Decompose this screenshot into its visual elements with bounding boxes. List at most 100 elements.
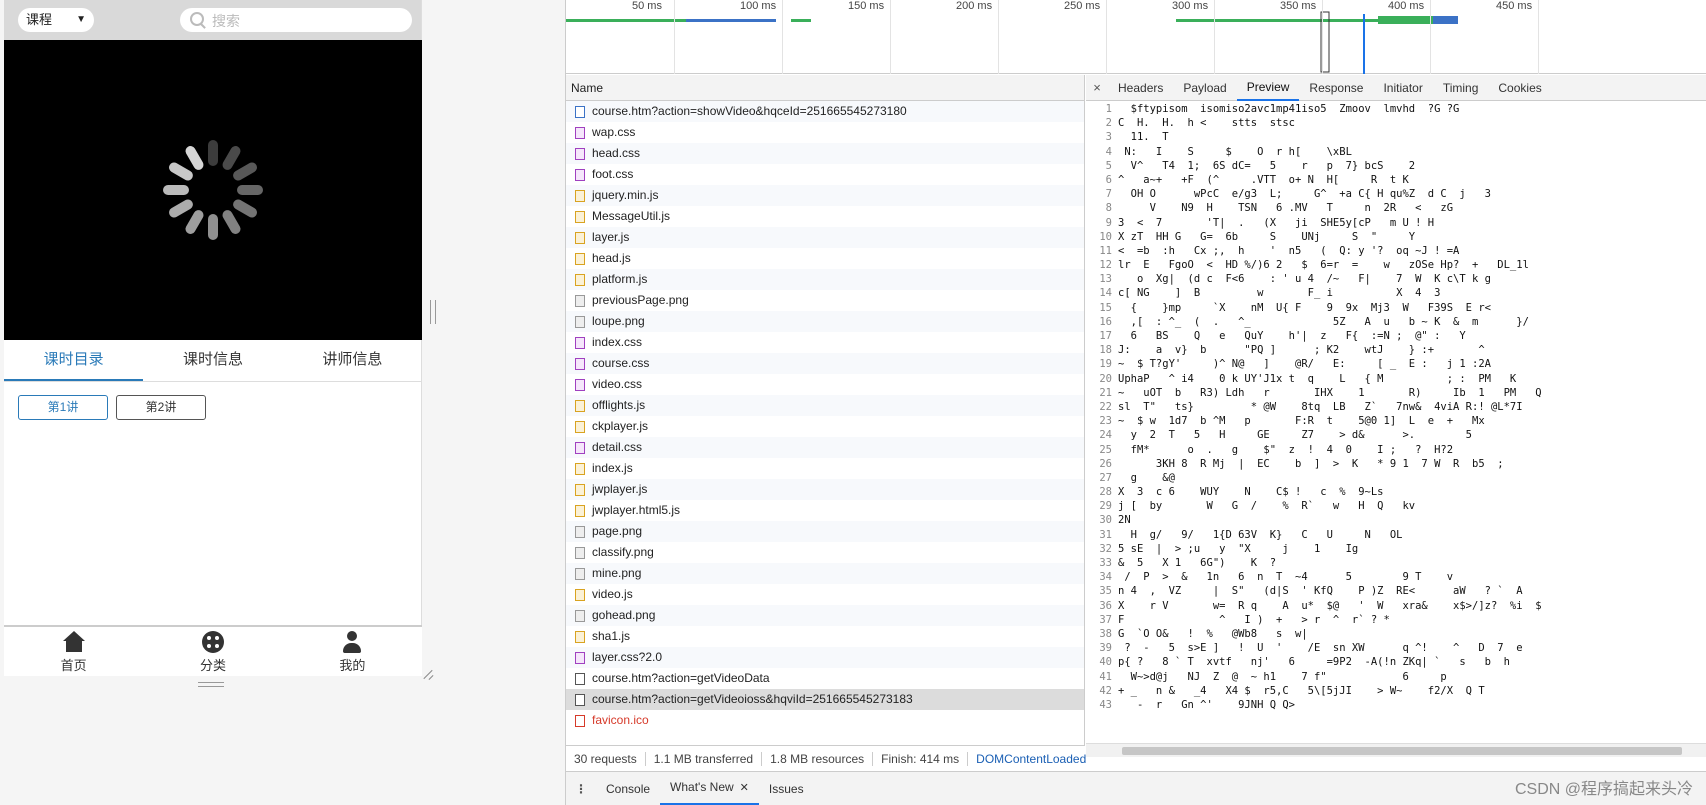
preview-line-text: X r V w= R q A u* $@ ' W xra& x$>/]z? %i… (1118, 599, 1542, 612)
line-number: 5 (1105, 159, 1112, 172)
nav-mine[interactable]: 我的 (283, 627, 422, 676)
tab-initiator[interactable]: Initiator (1373, 76, 1432, 100)
tab-console[interactable]: Console (596, 774, 660, 804)
preview-line: 7 OH O wPcC e/g3 L; G^ +a C{ H qu%Z d C … (1086, 187, 1706, 201)
request-row[interactable]: foot.css (566, 164, 1084, 185)
viewport-height-resize-handle[interactable] (198, 682, 224, 687)
request-row[interactable]: previousPage.png (566, 290, 1084, 311)
tab-payload[interactable]: Payload (1173, 76, 1236, 100)
preview-line: 24 y 2 T 5 H GE Z7 > d& >. 5 (1086, 428, 1706, 442)
request-row[interactable]: course.htm?action=getVideoioss&hqviId=25… (566, 689, 1084, 710)
close-icon[interactable]: × (1086, 80, 1108, 95)
response-preview[interactable]: 1 $ftypisom isomiso2avc1mp41iso5 Zmoov l… (1086, 102, 1706, 742)
request-row[interactable]: classify.png (566, 542, 1084, 563)
search-input[interactable]: 搜索 (180, 8, 412, 32)
request-row[interactable]: offlights.js (566, 395, 1084, 416)
request-row[interactable]: course.htm?action=getVideoData (566, 668, 1084, 689)
request-row[interactable]: course.css (566, 353, 1084, 374)
request-row[interactable]: loupe.png (566, 311, 1084, 332)
nav-category-label: 分类 (199, 658, 226, 673)
request-row[interactable]: video.js (566, 584, 1084, 605)
name-column-header[interactable]: Name (566, 75, 1084, 101)
tab-response[interactable]: Response (1299, 76, 1373, 100)
horizontal-scrollbar[interactable] (1086, 743, 1706, 757)
nav-home[interactable]: 首页 (4, 627, 143, 676)
scrollbar-thumb[interactable] (1122, 747, 1682, 755)
request-row[interactable]: MessageUtil.js (566, 206, 1084, 227)
preview-line-text: fM* o . g $" z ! 4 0 I ; ? H?2 (1118, 443, 1479, 456)
tab-headers[interactable]: Headers (1108, 76, 1173, 100)
preview-line: 41 W~>d@j NJ Z @ ~ h1 7 f" 6 p (1086, 670, 1706, 684)
viewport-width-resize-handle[interactable] (430, 300, 436, 324)
request-row[interactable]: index.js (566, 458, 1084, 479)
request-name: ckplayer.js (592, 419, 649, 433)
js-file-icon (575, 463, 585, 475)
request-row[interactable]: detail.css (566, 437, 1084, 458)
preview-line: 19 ~ $ T?gY' )^ N@ ] @R/ E: [ _ E : j 1 :… (1086, 357, 1706, 371)
request-row[interactable]: ckplayer.js (566, 416, 1084, 437)
tab-timing[interactable]: Timing (1433, 76, 1489, 100)
nav-category[interactable]: 分类 (143, 627, 282, 676)
doc-file-icon (575, 106, 585, 118)
request-row[interactable]: favicon.ico (566, 710, 1084, 731)
request-row[interactable]: head.css (566, 143, 1084, 164)
category-icon (201, 631, 224, 653)
request-row[interactable]: page.png (566, 521, 1084, 542)
tab-whats-new[interactable]: What's New ✕ (660, 772, 759, 805)
request-row[interactable]: jwplayer.js (566, 479, 1084, 500)
img-file-icon (575, 568, 585, 580)
js-file-icon (575, 190, 585, 202)
preview-line-text: n 4 , VZ | S" (d|S ' KfQ P )Z RE< aW ? `… (1118, 585, 1523, 598)
css-file-icon (575, 379, 585, 391)
video-player[interactable] (4, 40, 422, 340)
network-overview-timeline[interactable]: 50 ms 100 ms 150 ms 200 ms 250 ms 300 ms 350 m… (566, 0, 1706, 74)
search-icon (190, 12, 204, 26)
preview-line-text: F ^ I ) + > r ^ r` ? * (1118, 613, 1397, 626)
tab-lesson-catalog[interactable]: 课时目录 (4, 340, 144, 381)
lesson-1-button[interactable]: 第1讲 (18, 395, 108, 420)
viewport-corner-resize-handle[interactable] (422, 668, 434, 680)
request-row[interactable]: course.htm?action=showVideo&hqceId=25166… (566, 101, 1084, 122)
category-select[interactable]: 课程 ▼ (18, 8, 94, 32)
request-row[interactable]: jwplayer.html5.js (566, 500, 1084, 521)
network-summary-bar: 30 requests 1.1 MB transferred 1.8 MB re… (566, 745, 1086, 771)
preview-line: 13 o Xg| (d c F<6 : ' u 4 /~ F| 7 W K c\… (1086, 272, 1706, 286)
request-row[interactable]: index.css (566, 332, 1084, 353)
tab-preview[interactable]: Preview (1236, 75, 1300, 101)
request-row[interactable]: mine.png (566, 563, 1084, 584)
css-file-icon (575, 169, 585, 181)
request-row[interactable]: jquery.min.js (566, 185, 1084, 206)
js-file-icon (575, 400, 585, 412)
request-row[interactable]: wap.css (566, 122, 1084, 143)
preview-line: 4 N: I S $ O r h[ \xBL (1086, 145, 1706, 159)
spinner-segment (167, 160, 195, 183)
request-row[interactable]: video.css (566, 374, 1084, 395)
tab-cookies[interactable]: Cookies (1488, 76, 1551, 100)
js-file-icon (575, 421, 585, 433)
tab-teacher-info[interactable]: 讲师信息 (283, 340, 422, 381)
request-row[interactable]: sha1.js (566, 626, 1084, 647)
timeline-gridline (674, 0, 675, 74)
more-options-icon[interactable]: ⋮ (566, 782, 596, 796)
lesson-2-button[interactable]: 第2讲 (116, 395, 206, 420)
request-name: loupe.png (592, 314, 645, 328)
preview-line-text: N: I S $ O r h[ \xBL (1118, 145, 1359, 158)
img-file-icon (575, 526, 585, 538)
tab-lesson-info[interactable]: 课时信息 (143, 340, 282, 381)
preview-line-text: H g/ 9/ 1{D 63V K} C U N OL (1118, 528, 1435, 541)
line-number: 8 (1105, 202, 1112, 215)
line-number: 32 (1099, 542, 1112, 555)
line-number: 16 (1099, 315, 1112, 328)
request-row[interactable]: gohead.png (566, 605, 1084, 626)
tab-issues[interactable]: Issues (759, 774, 814, 804)
request-row[interactable]: head.js (566, 248, 1084, 269)
request-row[interactable]: layer.js (566, 227, 1084, 248)
request-row[interactable]: layer.css?2.0 (566, 647, 1084, 668)
preview-line: 31 H g/ 9/ 1{D 63V K} C U N OL (1086, 528, 1706, 542)
preview-line-text: W~>d@j NJ Z @ ~ h1 7 f" 6 p (1118, 670, 1447, 683)
line-number: 4 (1105, 145, 1112, 158)
close-icon[interactable]: ✕ (740, 782, 749, 794)
request-name: foot.css (592, 167, 634, 181)
preview-line: 15 { }mp `X nM U{ F 9 9x Mj3 W F39S E r< (1086, 301, 1706, 315)
request-row[interactable]: platform.js (566, 269, 1084, 290)
